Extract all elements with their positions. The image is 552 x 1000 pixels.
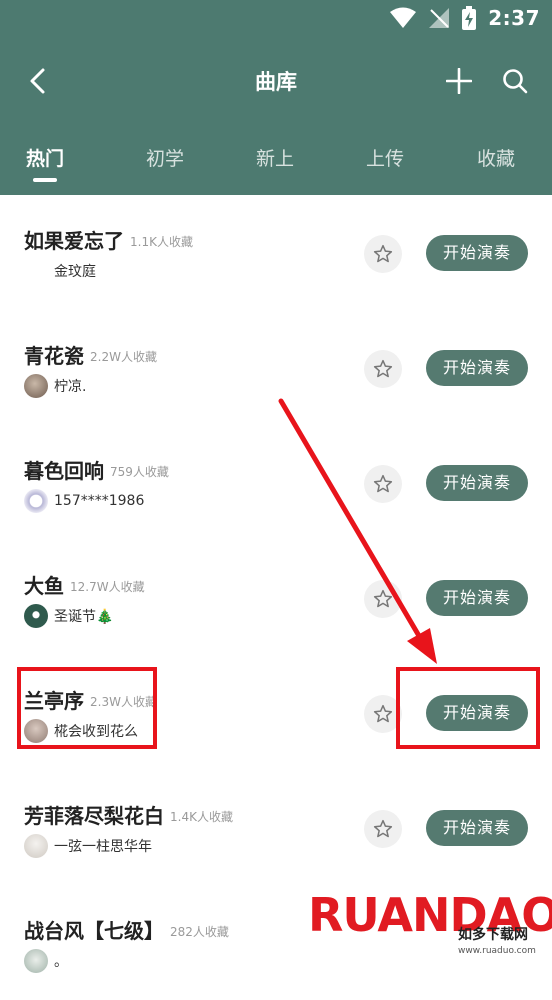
watermark-logo: RUANDAO 如多下载网 www.ruaduo.com	[308, 886, 552, 981]
annotation-arrow	[278, 398, 437, 664]
watermark-url: www.ruaduo.com	[458, 946, 536, 956]
watermark-tagline: 如多下载网	[458, 927, 528, 943]
